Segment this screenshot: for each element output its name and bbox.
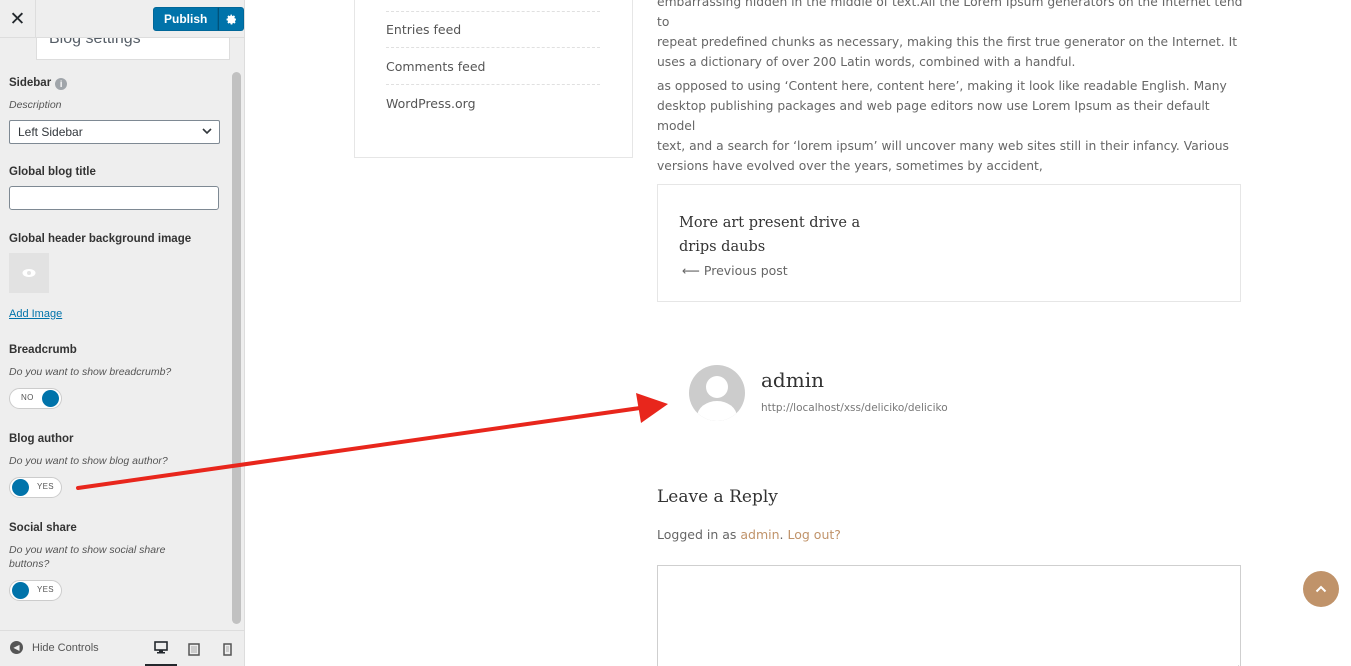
- logged-in-text: Logged in as admin. Log out?: [657, 527, 841, 542]
- breadcrumb-toggle-state: NO: [21, 393, 34, 402]
- meta-widget: Entries feed Comments feed WordPress.org: [354, 0, 633, 158]
- blog-author-toggle-state: YES: [37, 482, 54, 491]
- previous-post-title[interactable]: More art present drive a drips daubs: [679, 211, 899, 259]
- desktop-preview-button[interactable]: [145, 631, 177, 666]
- blog-title-label: Global blog title: [9, 166, 96, 178]
- paragraph-line: embarrassing hidden in the middle of tex…: [657, 0, 1243, 29]
- publish-settings-button[interactable]: [218, 7, 245, 31]
- chevron-down-icon: [202, 128, 212, 135]
- mobile-icon: [222, 642, 232, 656]
- image-placeholder: [9, 253, 49, 293]
- blog-title-input[interactable]: [9, 186, 219, 210]
- divider: [386, 84, 600, 85]
- toggle-knob: [42, 390, 59, 407]
- sidebar-description: Description: [9, 99, 62, 111]
- logged-in-separator: .: [779, 527, 788, 542]
- meta-link-comments-feed[interactable]: Comments feed: [386, 59, 600, 74]
- customizer-scrollbar[interactable]: [232, 72, 241, 624]
- breadcrumb-toggle[interactable]: NO: [9, 388, 62, 409]
- paragraph-line: uses a dictionary of over 200 Latin word…: [657, 55, 1076, 69]
- mobile-preview-button[interactable]: [211, 631, 243, 666]
- social-share-toggle-state: YES: [37, 585, 54, 594]
- blog-author-label: Blog author: [9, 433, 74, 445]
- hide-controls-label: Hide Controls: [32, 641, 99, 654]
- author-name: admin: [761, 368, 824, 392]
- paragraph-line: versions have evolved over the years, so…: [657, 159, 1043, 173]
- customizer-header: ✕ Publish: [0, 0, 245, 38]
- customizer-panel: Blog settings ✕ Publish Sidebar i Descrip…: [0, 0, 245, 666]
- sidebar-label: Sidebar i: [9, 77, 68, 90]
- scroll-to-top-button[interactable]: [1303, 571, 1339, 607]
- paragraph-line: as opposed to using ‘Content here, conte…: [657, 79, 1227, 93]
- breadcrumb-label: Breadcrumb: [9, 344, 77, 356]
- gear-icon: [226, 14, 236, 24]
- paragraph-line: text, and a search for ‘lorem ipsum’ wil…: [657, 139, 1229, 153]
- meta-link-wordpress-org[interactable]: WordPress.org: [386, 96, 600, 111]
- info-icon[interactable]: i: [55, 78, 68, 90]
- add-image-link[interactable]: Add Image: [9, 308, 62, 320]
- sidebar-select-value: Left Sidebar: [18, 125, 83, 139]
- post-paragraph-2: as opposed to using ‘Content here, conte…: [657, 76, 1247, 176]
- divider: [386, 47, 600, 48]
- paragraph-line: desktop publishing packages and web page…: [657, 99, 1210, 133]
- desktop-icon: [154, 641, 168, 654]
- collapse-icon: ◀: [10, 641, 23, 654]
- customizer-footer: ◀ Hide Controls: [0, 630, 244, 666]
- avatar: [689, 365, 745, 421]
- eye-icon: [22, 269, 36, 277]
- user-icon: [697, 376, 737, 421]
- publish-button[interactable]: Publish: [153, 7, 219, 31]
- previous-post-link[interactable]: ⟵ Previous post: [682, 263, 788, 278]
- chevron-up-icon: [1315, 585, 1327, 593]
- social-share-description: Do you want to show social share buttons…: [9, 544, 166, 570]
- sidebar-select[interactable]: Left Sidebar: [9, 120, 220, 144]
- comment-textarea[interactable]: [657, 565, 1241, 666]
- divider: [386, 11, 600, 12]
- social-share-toggle[interactable]: YES: [9, 580, 62, 601]
- toggle-knob: [12, 582, 29, 599]
- meta-link-entries-feed[interactable]: Entries feed: [386, 22, 600, 37]
- author-url[interactable]: http://localhost/xss/deliciko/deliciko: [761, 402, 948, 414]
- logged-in-prefix: Logged in as: [657, 527, 741, 542]
- blog-author-description: Do you want to show blog author?: [9, 455, 168, 467]
- blog-author-toggle[interactable]: YES: [9, 477, 62, 498]
- reply-heading: Leave a Reply: [657, 487, 778, 507]
- site-preview: Entries feed Comments feed WordPress.org…: [245, 0, 1351, 666]
- paragraph-line: repeat predefined chunks as necessary, m…: [657, 35, 1238, 49]
- post-paragraph-1: embarrassing hidden in the middle of tex…: [657, 0, 1247, 72]
- close-icon[interactable]: ✕: [0, 0, 36, 38]
- hide-controls-button[interactable]: ◀ Hide Controls: [10, 641, 99, 654]
- sidebar-label-text: Sidebar: [9, 77, 52, 89]
- logout-link[interactable]: Log out?: [788, 527, 841, 542]
- post-navigation: More art present drive a drips daubs ⟵ P…: [657, 184, 1241, 302]
- toggle-knob: [12, 479, 29, 496]
- publish-group: Publish: [153, 7, 245, 31]
- breadcrumb-description: Do you want to show breadcrumb?: [9, 366, 172, 378]
- social-share-label: Social share: [9, 522, 77, 534]
- tablet-icon: [188, 642, 200, 656]
- header-bg-label: Global header background image: [9, 233, 192, 245]
- user-profile-link[interactable]: admin: [740, 527, 779, 542]
- tablet-preview-button[interactable]: [178, 631, 210, 666]
